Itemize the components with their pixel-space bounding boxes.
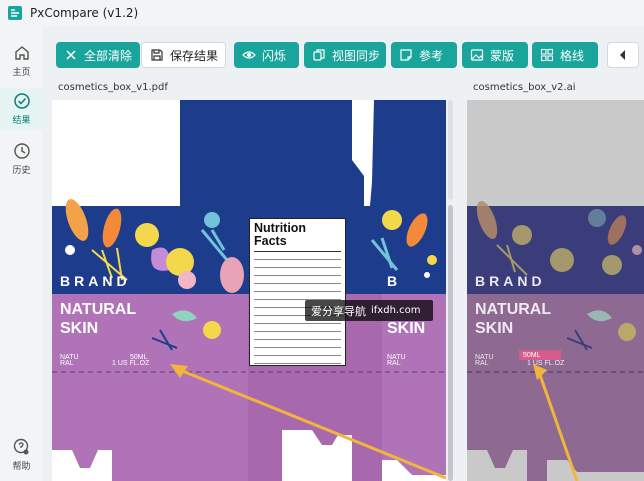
left-brand-text: BRAND — [60, 273, 131, 289]
copy-icon — [313, 49, 325, 61]
sync-view-button[interactable]: 视图同步 — [304, 42, 386, 68]
left-rail: 主页 结果 历史 帮助 — [0, 26, 43, 481]
clear-all-label: 全部清除 — [84, 48, 133, 63]
nutrition-row — [254, 262, 341, 268]
left-volume-floz: 1 US FL.OZ — [112, 360, 150, 367]
save-result-label: 保存结果 — [170, 48, 219, 63]
rail-label-results: 结果 — [12, 116, 31, 126]
left-skin-text: SKIN — [60, 320, 98, 337]
help-icon — [13, 438, 28, 455]
chevron-left-icon — [620, 50, 625, 60]
nutrition-row — [254, 358, 341, 364]
grid-button[interactable]: 格线 — [532, 42, 598, 68]
home-icon — [14, 46, 29, 60]
eye-icon — [242, 51, 256, 59]
close-icon — [66, 50, 76, 60]
reference-label: 参考 — [419, 48, 444, 63]
right-volume-floz: 1 US FL.OZ — [527, 360, 565, 367]
title-bar: PxCompare (v1.2) — [0, 0, 644, 26]
history-icon — [13, 143, 30, 159]
clear-all-button[interactable]: 全部清除 — [56, 42, 140, 68]
svg-text:SKIN: SKIN — [387, 320, 425, 337]
nutrition-rule — [254, 251, 341, 252]
svg-text:B: B — [387, 273, 401, 289]
nutrition-row — [254, 278, 341, 284]
right-dieline-artwork: BRAND NATURAL SKIN NATU RAL 50ML 1 US FL… — [467, 100, 644, 481]
rail-label-home: 主页 — [12, 68, 31, 78]
save-icon — [151, 49, 163, 61]
watermark-text: 爱分享导航 — [311, 304, 366, 318]
app-logo-icon — [8, 6, 22, 20]
nutrition-row — [254, 270, 341, 276]
right-skin-text: SKIN — [475, 320, 513, 337]
grid-icon — [540, 48, 554, 62]
left-ral-text: RAL — [60, 360, 74, 367]
right-brand-text: BRAND — [475, 273, 546, 289]
rail-label-help: 帮助 — [12, 462, 31, 472]
watermark-banner: 爱分享导航 ifxdh.com — [305, 300, 433, 321]
window-title: PxCompare (v1.2) — [30, 6, 139, 20]
nutrition-row — [254, 342, 341, 348]
right-ral-text: RAL — [475, 360, 489, 367]
note-icon — [400, 49, 412, 61]
flash-label: 闪烁 — [262, 48, 287, 63]
app-window: PxCompare (v1.2) 主页 结果 历史 帮助 全部清除 保存结果 闪… — [0, 0, 644, 481]
nutrition-row — [254, 334, 341, 340]
collapse-panel-button[interactable] — [607, 42, 639, 68]
rail-item-home[interactable]: 主页 — [0, 40, 43, 82]
rail-label-history: 历史 — [12, 166, 31, 176]
rail-item-help[interactable]: 帮助 — [0, 434, 43, 476]
scrollbar-thumb[interactable] — [448, 205, 453, 481]
watermark-site: ifxdh.com — [371, 305, 421, 316]
rail-item-history[interactable]: 历史 — [0, 138, 43, 180]
check-circle-icon — [13, 93, 30, 109]
rail-item-results[interactable]: 结果 — [0, 88, 43, 130]
overlay-button[interactable]: 蒙版 — [462, 42, 528, 68]
nutrition-row — [254, 326, 341, 332]
toolbar: 全部清除 保存结果 闪烁 视图同步 参考 蒙版 格线 — [43, 26, 644, 86]
nutrition-row — [254, 286, 341, 292]
right-preview-pane[interactable]: BRAND NATURAL SKIN NATU RAL 50ML 1 US FL… — [467, 100, 644, 481]
image-icon — [470, 49, 484, 61]
save-result-button[interactable]: 保存结果 — [141, 42, 226, 68]
nutrition-title: Nutrition Facts — [254, 221, 307, 248]
sync-view-label: 视图同步 — [332, 48, 381, 63]
scrollbar-track — [448, 100, 453, 200]
flash-button[interactable]: 闪烁 — [234, 42, 299, 68]
grid-label: 格线 — [560, 48, 585, 63]
left-natural-text: NATURAL — [60, 301, 136, 318]
svg-text:RAL: RAL — [387, 360, 401, 367]
nutrition-row — [254, 350, 341, 356]
overlay-label: 蒙版 — [490, 48, 515, 63]
nutrition-facts-panel: Nutrition Facts — [249, 218, 346, 366]
left-file-label: cosmetics_box_v1.pdf — [58, 82, 168, 93]
right-volume-ml: 50ML — [523, 352, 541, 359]
left-preview-pane[interactable]: BRAND B NATURAL SKIN SKIN NATU RAL 50ML … — [52, 100, 446, 481]
right-file-label: cosmetics_box_v2.ai — [473, 82, 576, 93]
right-natural-text: NATURAL — [475, 301, 551, 318]
reference-button[interactable]: 参考 — [391, 42, 457, 68]
nutrition-row — [254, 254, 341, 260]
